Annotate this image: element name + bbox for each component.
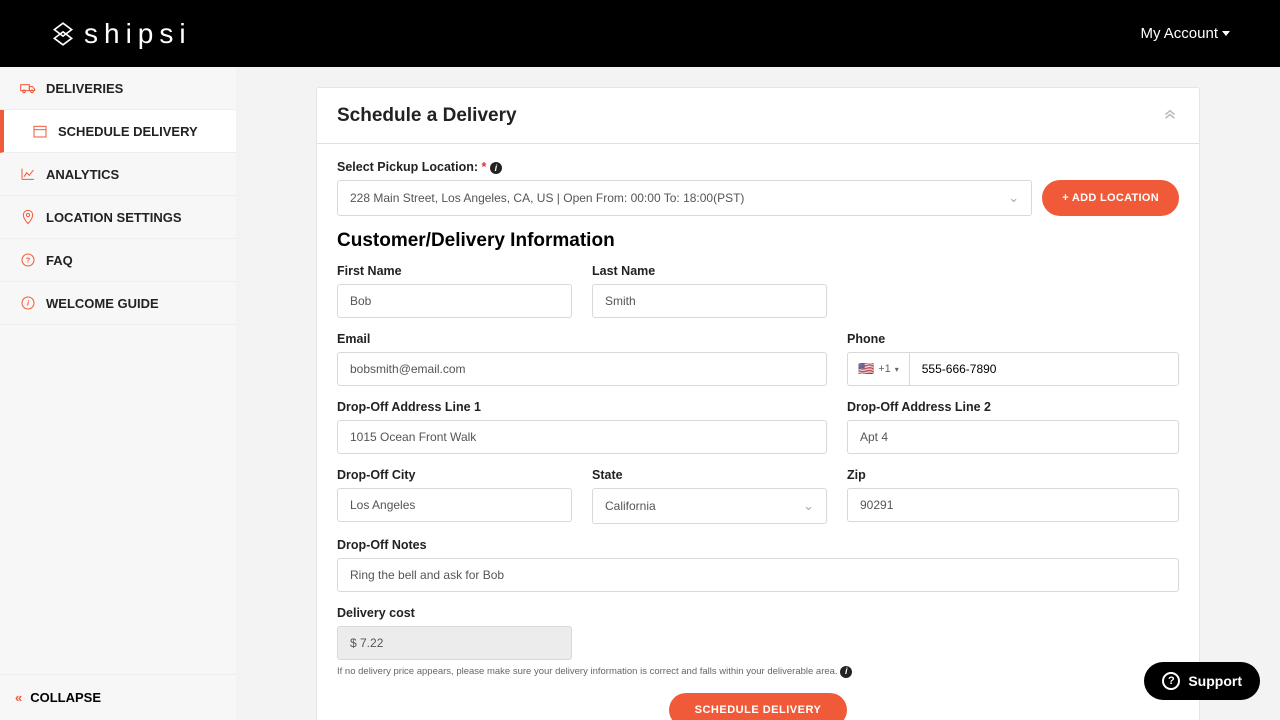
svg-text:?: ? bbox=[26, 256, 31, 265]
email-field[interactable] bbox=[337, 352, 827, 386]
sidebar-item-label: LOCATION SETTINGS bbox=[46, 210, 182, 225]
email-label: Email bbox=[337, 332, 827, 346]
sidebar-item-deliveries[interactable]: DELIVERIES bbox=[0, 67, 236, 110]
info-icon: i bbox=[20, 295, 36, 311]
page-title: Schedule a Delivery bbox=[337, 105, 517, 127]
truck-icon bbox=[20, 80, 36, 96]
sidebar-item-label: SCHEDULE DELIVERY bbox=[58, 124, 198, 139]
header: shipsi My Account bbox=[0, 0, 1280, 67]
collapse-sidebar-button[interactable]: « COLLAPSE bbox=[0, 674, 236, 720]
caret-down-icon bbox=[1222, 31, 1230, 36]
first-name-label: First Name bbox=[337, 264, 572, 278]
chevron-down-icon: ⌄ bbox=[803, 498, 814, 514]
addr2-label: Drop-Off Address Line 2 bbox=[847, 400, 1179, 414]
collapse-card-icon[interactable] bbox=[1161, 104, 1179, 127]
sidebar: DELIVERIES SCHEDULE DELIVERY ANALYTICS L… bbox=[0, 67, 236, 720]
pickup-location-value: 228 Main Street, Los Angeles, CA, US | O… bbox=[350, 191, 744, 205]
schedule-delivery-card: Schedule a Delivery Select Pickup Locati… bbox=[316, 87, 1200, 720]
my-account-dropdown[interactable]: My Account bbox=[1140, 25, 1230, 42]
us-flag-icon: 🇺🇸 bbox=[858, 361, 874, 377]
first-name-field[interactable] bbox=[337, 284, 572, 318]
question-circle-icon: ? bbox=[1162, 672, 1180, 690]
calendar-icon bbox=[32, 123, 48, 139]
sidebar-item-label: WELCOME GUIDE bbox=[46, 296, 159, 311]
zip-field[interactable] bbox=[847, 488, 1179, 522]
phone-field[interactable] bbox=[910, 353, 1178, 385]
last-name-label: Last Name bbox=[592, 264, 827, 278]
caret-down-icon: ▾ bbox=[895, 365, 899, 374]
notes-label: Drop-Off Notes bbox=[337, 538, 1179, 552]
pickup-location-label: Select Pickup Location: * i bbox=[337, 160, 1179, 174]
info-icon[interactable]: i bbox=[840, 666, 852, 678]
phone-field-group: 🇺🇸 +1 ▾ bbox=[847, 352, 1179, 386]
customer-info-title: Customer/Delivery Information bbox=[337, 230, 1179, 252]
sidebar-item-label: DELIVERIES bbox=[46, 81, 123, 96]
state-label: State bbox=[592, 468, 827, 482]
sidebar-item-location-settings[interactable]: LOCATION SETTINGS bbox=[0, 196, 236, 239]
addr1-label: Drop-Off Address Line 1 bbox=[337, 400, 827, 414]
phone-prefix-value: +1 bbox=[878, 363, 891, 375]
last-name-field[interactable] bbox=[592, 284, 827, 318]
collapse-label: COLLAPSE bbox=[30, 690, 101, 705]
notes-field[interactable] bbox=[337, 558, 1179, 592]
logo: shipsi bbox=[50, 18, 192, 50]
info-icon[interactable]: i bbox=[490, 162, 502, 174]
sidebar-item-label: ANALYTICS bbox=[46, 167, 119, 182]
chevron-down-icon: ⌄ bbox=[1008, 190, 1019, 206]
phone-country-selector[interactable]: 🇺🇸 +1 ▾ bbox=[848, 353, 910, 385]
logo-icon bbox=[50, 21, 76, 47]
schedule-delivery-button[interactable]: SCHEDULE DELIVERY bbox=[669, 693, 848, 720]
chart-icon bbox=[20, 166, 36, 182]
city-label: Drop-Off City bbox=[337, 468, 572, 482]
cost-label: Delivery cost bbox=[337, 606, 572, 620]
zip-label: Zip bbox=[847, 468, 1179, 482]
sidebar-item-label: FAQ bbox=[46, 253, 73, 268]
double-chevron-left-icon: « bbox=[15, 690, 22, 705]
state-value: California bbox=[605, 499, 656, 513]
address-line2-field[interactable] bbox=[847, 420, 1179, 454]
question-icon: ? bbox=[20, 252, 36, 268]
city-field[interactable] bbox=[337, 488, 572, 522]
sidebar-item-welcome-guide[interactable]: i WELCOME GUIDE bbox=[0, 282, 236, 325]
support-widget[interactable]: ? Support bbox=[1144, 662, 1260, 700]
cost-disclaimer: If no delivery price appears, please mak… bbox=[337, 666, 1179, 679]
phone-label: Phone bbox=[847, 332, 1179, 346]
sidebar-item-faq[interactable]: ? FAQ bbox=[0, 239, 236, 282]
pickup-location-select[interactable]: 228 Main Street, Los Angeles, CA, US | O… bbox=[337, 180, 1032, 216]
add-location-button[interactable]: + ADD LOCATION bbox=[1042, 180, 1179, 216]
delivery-cost-field bbox=[337, 626, 572, 660]
main-content: Schedule a Delivery Select Pickup Locati… bbox=[236, 67, 1280, 720]
svg-text:i: i bbox=[27, 299, 30, 308]
address-line1-field[interactable] bbox=[337, 420, 827, 454]
pin-icon bbox=[20, 209, 36, 225]
support-label: Support bbox=[1188, 673, 1242, 689]
sidebar-item-schedule-delivery[interactable]: SCHEDULE DELIVERY bbox=[0, 110, 236, 153]
logo-text: shipsi bbox=[84, 18, 192, 50]
sidebar-item-analytics[interactable]: ANALYTICS bbox=[0, 153, 236, 196]
state-select[interactable]: California ⌄ bbox=[592, 488, 827, 524]
my-account-label: My Account bbox=[1140, 25, 1218, 42]
